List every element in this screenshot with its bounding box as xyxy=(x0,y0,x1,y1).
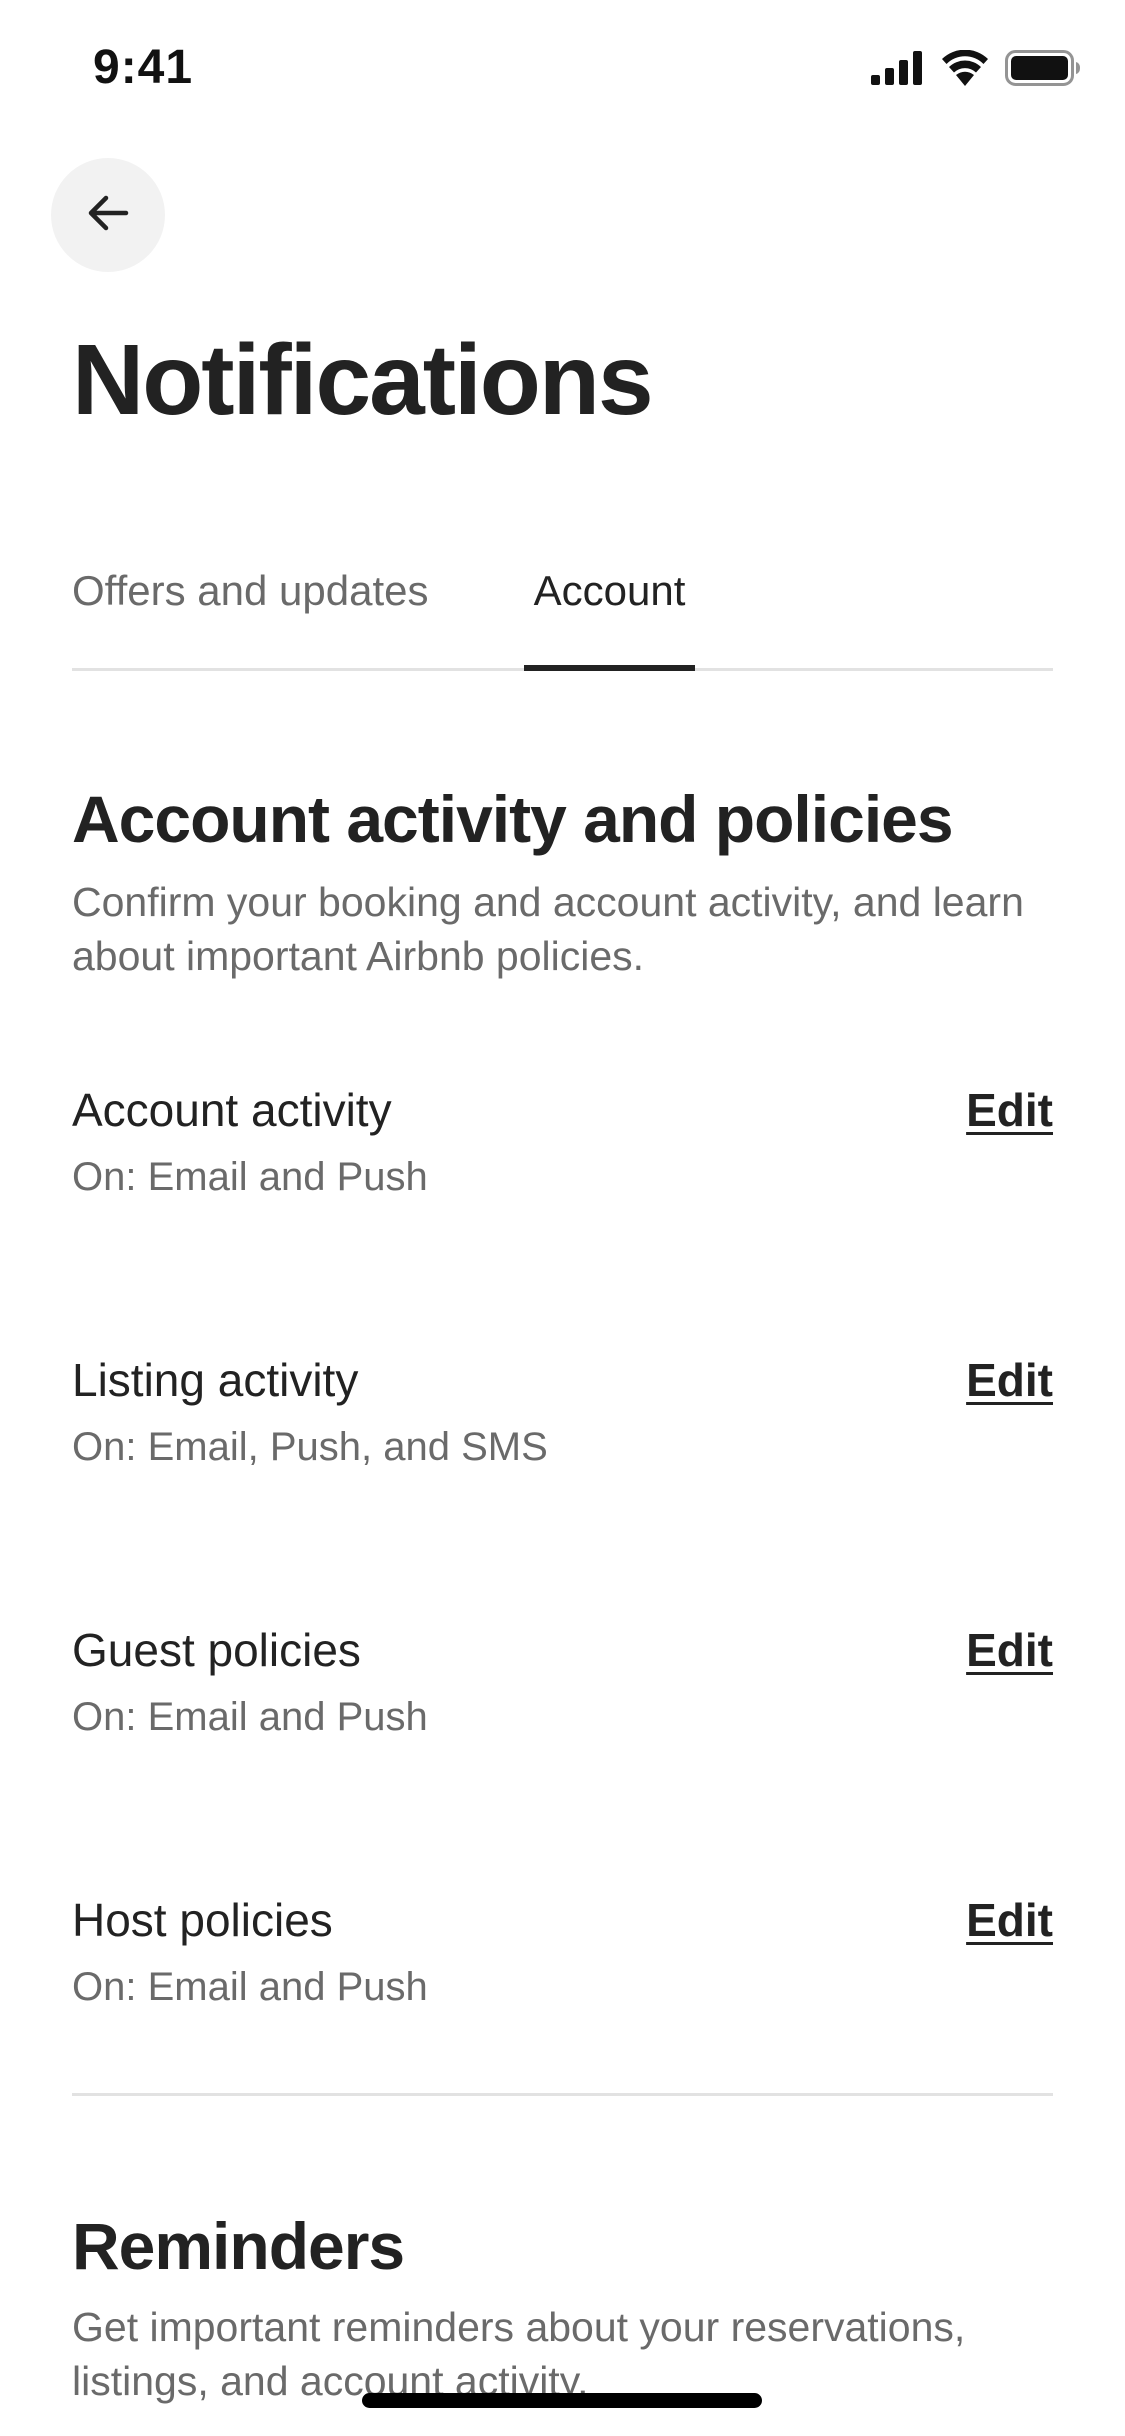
setting-row-account-activity: Account activity On: Email and Push Edit xyxy=(72,1080,1053,1230)
arrow-left-icon xyxy=(84,189,132,242)
section-title-reminders: Reminders xyxy=(72,2209,405,2283)
setting-status: On: Email, Push, and SMS xyxy=(72,1425,548,1469)
status-time: 9:41 xyxy=(93,41,194,94)
home-indicator xyxy=(362,2393,762,2408)
edit-account-activity-link[interactable]: Edit xyxy=(966,1080,1053,1140)
tab-offers-and-updates[interactable]: Offers and updates xyxy=(72,560,428,668)
setting-row-listing-activity: Listing activity On: Email, Push, and SM… xyxy=(72,1350,1053,1500)
edit-host-policies-link[interactable]: Edit xyxy=(966,1890,1053,1950)
status-bar: 9:41 xyxy=(0,0,1125,132)
section-description-reminders: Get important reminders about your reser… xyxy=(72,2304,966,2404)
tab-bar: Offers and updates Account xyxy=(72,560,1053,671)
battery-icon xyxy=(1005,50,1081,86)
cellular-signal-icon xyxy=(871,51,925,85)
back-button[interactable] xyxy=(51,158,165,272)
setting-row-host-policies: Host policies On: Email and Push Edit xyxy=(72,1890,1053,2040)
section-divider xyxy=(72,2093,1053,2096)
edit-guest-policies-link[interactable]: Edit xyxy=(966,1620,1053,1680)
setting-status: On: Email and Push xyxy=(72,1155,428,1199)
setting-title: Account activity xyxy=(72,1084,392,1136)
wifi-icon xyxy=(941,50,989,86)
active-tab-indicator xyxy=(524,665,695,671)
setting-status: On: Email and Push xyxy=(72,1965,428,2009)
notifications-screen: 9:41 Notifications Offers and updates Ac… xyxy=(0,0,1125,2436)
status-icons xyxy=(871,50,1081,86)
setting-status: On: Email and Push xyxy=(72,1695,428,1739)
page-title: Notifications xyxy=(72,324,654,436)
setting-title: Listing activity xyxy=(72,1354,359,1406)
setting-title: Guest policies xyxy=(72,1624,361,1676)
section-description-account-activity-policies: Confirm your booking and account activit… xyxy=(72,879,1024,979)
section-title-account-activity-policies: Account activity and policies xyxy=(72,782,954,856)
edit-listing-activity-link[interactable]: Edit xyxy=(966,1350,1053,1410)
tab-account[interactable]: Account xyxy=(524,560,695,668)
setting-title: Host policies xyxy=(72,1894,333,1946)
setting-row-guest-policies: Guest policies On: Email and Push Edit xyxy=(72,1620,1053,1770)
